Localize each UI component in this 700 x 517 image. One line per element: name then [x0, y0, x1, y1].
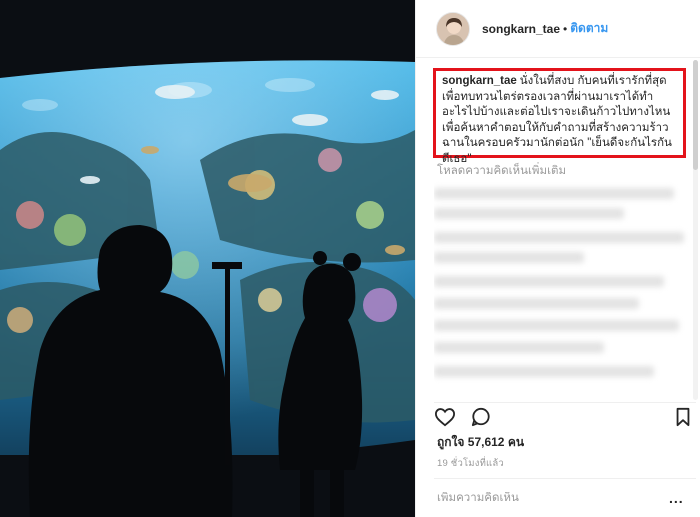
post-photo[interactable] [0, 0, 415, 517]
follow-button[interactable]: ติดตาม [570, 19, 608, 38]
heart-icon[interactable] [434, 407, 458, 431]
comment-bubble-icon[interactable] [470, 407, 494, 431]
avatar-image [437, 12, 469, 45]
likes-suffix: คน [507, 435, 525, 449]
comment-input[interactable] [434, 492, 659, 504]
separator-dot: • [563, 21, 568, 36]
post-actions [434, 402, 696, 428]
post-header: songkarn_tae • ติดตาม [416, 0, 700, 58]
username-link[interactable]: songkarn_tae [482, 22, 560, 36]
likes-prefix: ถูกใจ [437, 435, 465, 449]
comment-bar: ... [434, 478, 696, 517]
likes-count[interactable]: ถูกใจ 57,612 คน [437, 433, 524, 452]
likes-number: 57,612 [467, 435, 505, 449]
comments-scrollbar[interactable] [693, 60, 698, 400]
caption-username[interactable]: songkarn_tae [442, 75, 517, 87]
load-more-comments-button[interactable]: โหลดความคิดเห็นเพิ่มเติม [437, 162, 566, 180]
aquarium-photo [0, 0, 415, 517]
more-options-button[interactable]: ... [669, 490, 684, 506]
bookmark-icon[interactable] [674, 407, 698, 431]
avatar[interactable] [436, 11, 470, 46]
post-timestamp[interactable]: 19 ชั่วโมงที่แล้ว [437, 456, 504, 471]
caption-highlight-box: songkarn_tae นั่งในที่สงบ กับคนที่เรารักท… [433, 68, 686, 165]
scrollbar-thumb[interactable] [693, 60, 698, 170]
caption-text: นั่งในที่สงบ กับคนที่เรารักที่สุด เพื่อท… [442, 75, 672, 165]
post-side-panel: songkarn_tae • ติดตาม songkarn_tae นั่งใน… [415, 0, 700, 517]
blurred-comments [434, 180, 696, 390]
